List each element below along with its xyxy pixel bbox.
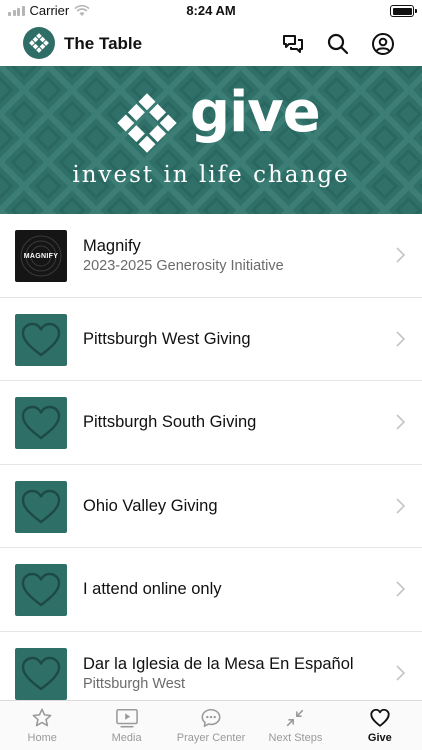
magnify-thumb-text: MAGNIFY [23, 252, 59, 260]
tab-label: Home [27, 732, 57, 744]
item-title: Pittsburgh West Giving [83, 329, 251, 348]
app-header: The Table [0, 22, 422, 66]
heart-thumbnail [15, 313, 67, 366]
arrows-icon [287, 709, 304, 727]
tab-label: Prayer Center [176, 732, 246, 744]
give-logo-mark [117, 93, 177, 153]
profile-icon[interactable] [371, 32, 395, 56]
banner-tagline: invest in life change [72, 162, 350, 188]
list-item-ohio-valley[interactable]: Ohio Valley Giving [0, 465, 422, 548]
heart-thumbnail [15, 564, 67, 616]
heart-icon [370, 708, 390, 727]
item-title: Ohio Valley Giving [83, 496, 218, 515]
list-item-online-only[interactable]: I attend online only [0, 548, 422, 632]
item-subtitle: 2023-2025 Generosity Initiative [83, 258, 284, 274]
tab-bar: Home Media Prayer Center Next Steps Give [0, 700, 422, 750]
chevron-right-icon [396, 664, 405, 681]
heart-icon [21, 489, 61, 523]
tab-label: Give [367, 732, 392, 744]
tab-next-steps[interactable]: Next Steps [253, 701, 337, 750]
item-title: Dar la Iglesia de la Mesa En Español [83, 654, 354, 673]
app-title: The Table [64, 34, 143, 53]
tab-give[interactable]: Give [338, 701, 422, 750]
item-subtitle: Pittsburgh West [83, 675, 186, 692]
heart-thumbnail [15, 647, 67, 700]
magnify-thumbnail: MAGNIFY [15, 230, 67, 282]
heart-thumbnail [15, 480, 67, 533]
messages-icon[interactable] [281, 32, 305, 56]
star-icon [32, 708, 52, 727]
list-item-pittsburgh-south[interactable]: Pittsburgh South Giving [0, 381, 422, 465]
status-bar: Carrier 8:24 AM [0, 0, 422, 22]
heart-icon [21, 405, 61, 440]
app-logo[interactable] [23, 27, 55, 59]
chevron-right-icon [396, 497, 405, 514]
chat-bubble-icon [201, 708, 221, 728]
give-banner: give invest in life change [0, 66, 422, 214]
chevron-right-icon [396, 581, 405, 597]
heart-icon [21, 572, 61, 607]
heart-thumbnail [15, 397, 67, 449]
status-time: 8:24 AM [186, 3, 236, 18]
giving-list: MAGNIFY Magnify 2023-2025 Generosity Ini… [0, 214, 422, 715]
search-icon[interactable] [326, 32, 350, 56]
battery-icon [390, 5, 417, 17]
chevron-right-icon [396, 330, 405, 347]
tab-label: Next Steps [268, 732, 323, 744]
tab-prayer-center[interactable]: Prayer Center [169, 701, 253, 750]
heart-icon [21, 322, 61, 356]
heart-icon [21, 656, 61, 690]
tab-home[interactable]: Home [0, 701, 84, 750]
item-title: Pittsburgh South Giving [83, 413, 257, 431]
tab-label: Media [111, 732, 142, 744]
list-item-magnify[interactable]: MAGNIFY Magnify 2023-2025 Generosity Ini… [0, 214, 422, 298]
chevron-right-icon [396, 247, 405, 263]
chevron-right-icon [396, 414, 405, 430]
give-wordmark: give [190, 80, 321, 145]
item-title: Magnify [83, 237, 141, 255]
tab-media[interactable]: Media [84, 701, 168, 750]
item-title: I attend online only [83, 580, 222, 598]
play-icon [115, 708, 138, 728]
list-item-pittsburgh-west[interactable]: Pittsburgh West Giving [0, 298, 422, 381]
